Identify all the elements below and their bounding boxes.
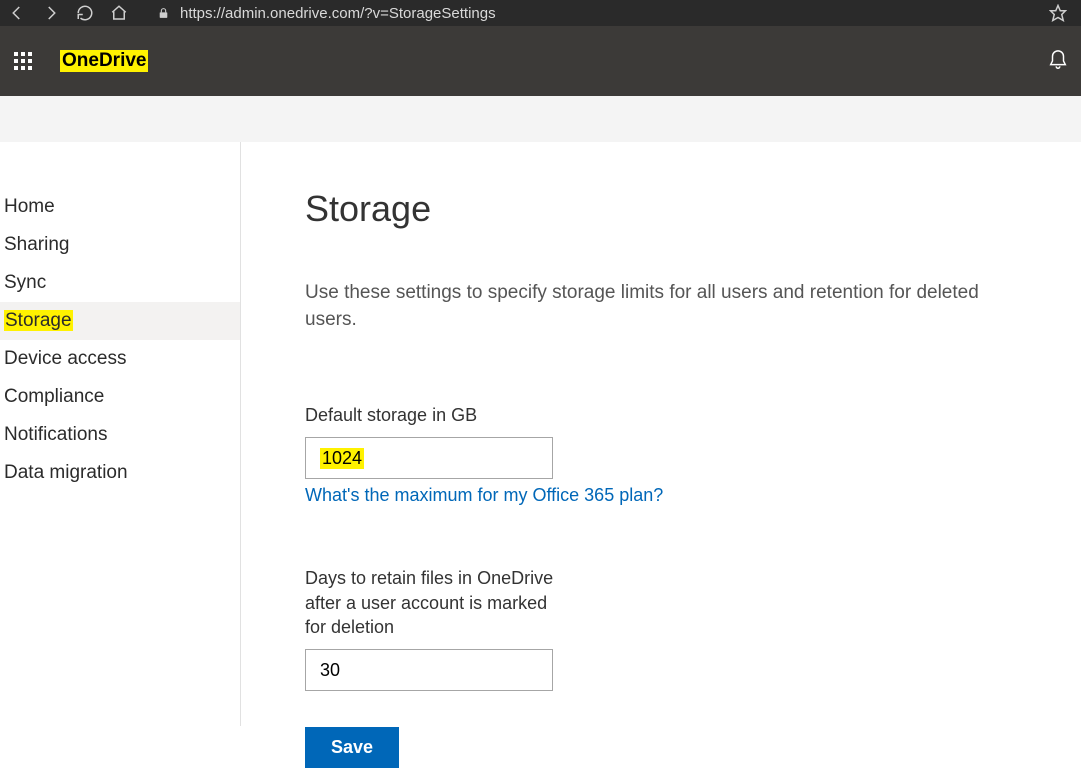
retention-value: 30 (320, 660, 340, 681)
home-icon[interactable] (110, 4, 128, 22)
sidebar-item-label: Sharing (4, 234, 70, 255)
sidebar-item-notifications[interactable]: Notifications (0, 416, 240, 454)
back-icon[interactable] (8, 4, 26, 22)
default-storage-label: Default storage in GB (305, 403, 565, 427)
sidebar-item-label: Notifications (4, 424, 108, 445)
forward-icon[interactable] (42, 4, 60, 22)
favorite-icon[interactable] (1049, 4, 1067, 22)
default-storage-input[interactable]: 1024 (305, 437, 553, 479)
reload-icon[interactable] (76, 4, 94, 22)
app-launcher-icon[interactable] (12, 50, 34, 72)
sidebar: Home Sharing Sync Storage Device access … (0, 142, 241, 726)
main-content: Storage Use these settings to specify st… (241, 142, 1021, 726)
address-bar[interactable]: https://admin.onedrive.com/?v=StorageSet… (142, 5, 1035, 22)
sidebar-item-label: Compliance (4, 386, 104, 407)
sidebar-item-data-migration[interactable]: Data migration (0, 454, 240, 492)
ribbon-gap (0, 96, 1081, 142)
page-description: Use these settings to specify storage li… (305, 280, 1021, 333)
retention-label: Days to retain files in OneDrive after a… (305, 566, 555, 639)
default-storage-value: 1024 (320, 448, 364, 469)
sidebar-item-home[interactable]: Home (0, 188, 240, 226)
sidebar-item-label: Device access (4, 348, 127, 369)
max-storage-help-link[interactable]: What's the maximum for my Office 365 pla… (305, 485, 663, 506)
sidebar-item-sharing[interactable]: Sharing (0, 226, 240, 264)
browser-nav (8, 4, 128, 22)
app-title[interactable]: OneDrive (60, 50, 148, 72)
sidebar-item-device-access[interactable]: Device access (0, 340, 240, 378)
page-title: Storage (305, 188, 1021, 230)
browser-chrome: https://admin.onedrive.com/?v=StorageSet… (0, 0, 1081, 26)
notifications-icon[interactable] (1047, 49, 1069, 74)
retention-input[interactable]: 30 (305, 649, 553, 691)
sidebar-item-storage[interactable]: Storage (0, 302, 240, 340)
sidebar-item-sync[interactable]: Sync (0, 264, 240, 302)
url-text: https://admin.onedrive.com/?v=StorageSet… (180, 5, 496, 22)
sidebar-item-label: Data migration (4, 462, 128, 483)
sidebar-item-label: Sync (4, 272, 46, 293)
app-header: OneDrive (0, 26, 1081, 96)
save-button[interactable]: Save (305, 727, 399, 768)
sidebar-item-label: Home (4, 196, 55, 217)
sidebar-item-label: Storage (4, 310, 73, 331)
sidebar-item-compliance[interactable]: Compliance (0, 378, 240, 416)
lock-icon (156, 6, 170, 20)
